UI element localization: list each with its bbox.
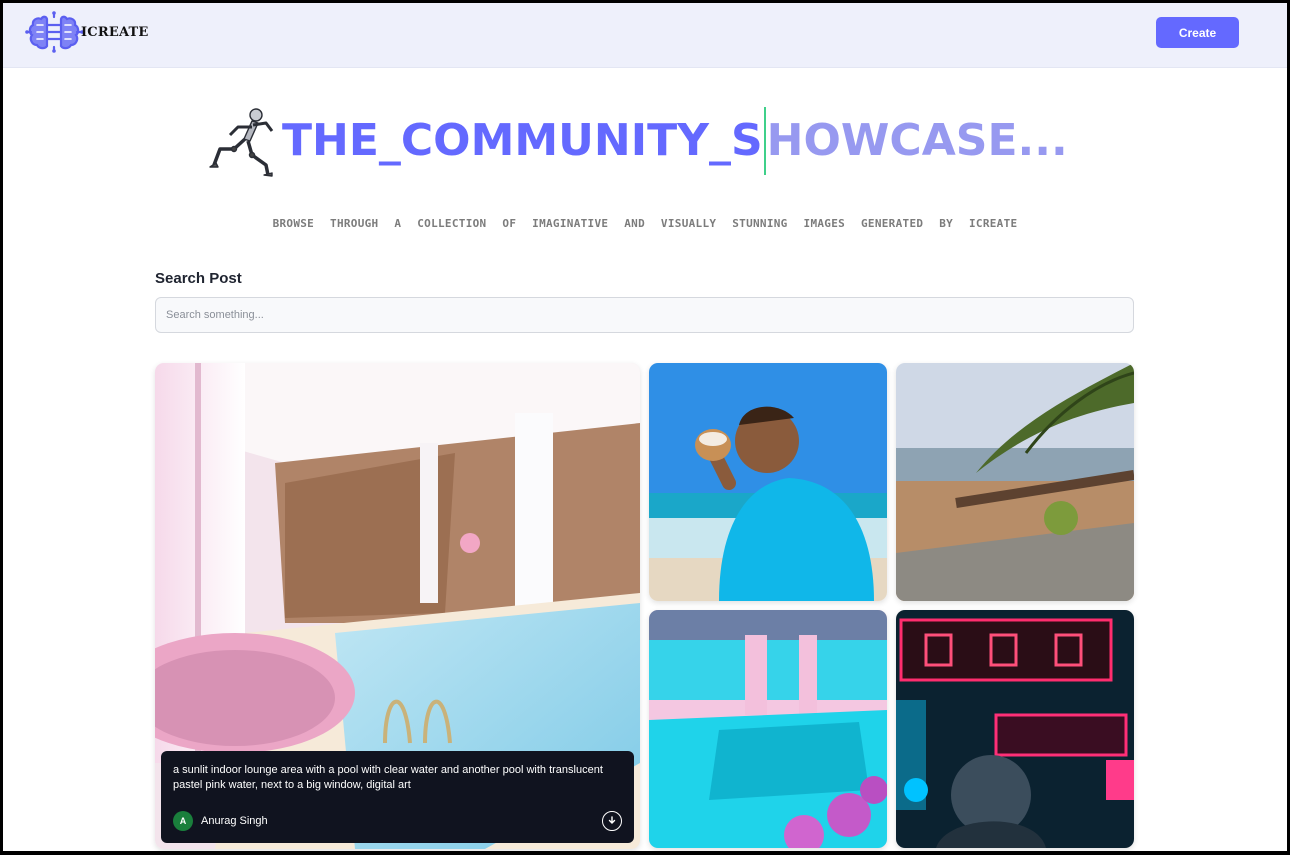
title-typed-text: THE_COMMUNITY_S (282, 115, 763, 166)
download-icon (608, 816, 616, 824)
coconut-beach-man-image (649, 363, 887, 601)
gallery-card-palm-beach[interactable] (896, 363, 1134, 601)
title-untyped-text: HOWCASE... (766, 115, 1068, 166)
author-name: Anurag Singh (201, 815, 268, 827)
brain-circuit-icon (25, 11, 83, 53)
page-subtitle: BROWSE THROUGH A COLLECTION OF IMAGINATI… (272, 217, 1018, 230)
card-prompt: a sunlit indoor lounge area with a pool … (173, 764, 603, 791)
download-button[interactable] (602, 811, 622, 831)
gallery-card-coconut-beach-man[interactable] (649, 363, 887, 601)
search-input[interactable] (155, 297, 1134, 333)
create-button[interactable]: Create (1156, 17, 1239, 48)
palm-beach-image (896, 363, 1134, 601)
pastel-pool-image (649, 610, 887, 848)
top-navbar: ICREATE Create (3, 3, 1287, 68)
logo-link[interactable]: ICREATE (25, 11, 149, 53)
hero-heading: THE_COMMUNITY_S HOWCASE... (208, 103, 1068, 179)
typing-cursor (763, 107, 766, 175)
gallery-card-pool-lounge[interactable]: a sunlit indoor lounge area with a pool … (155, 363, 640, 849)
search-label: Search Post (155, 270, 242, 287)
neon-city-image (896, 610, 1134, 848)
app-window: ICREATE Create THE_COMMUNITY_S HOWCASE..… (0, 0, 1290, 855)
card-author: A Anurag Singh (173, 811, 268, 831)
page-title: THE_COMMUNITY_S HOWCASE... (282, 107, 1068, 175)
running-robot-icon (209, 108, 274, 177)
gallery-card-neon-city[interactable] (896, 610, 1134, 848)
avatar: A (173, 811, 193, 831)
card-author-row: A Anurag Singh (173, 811, 622, 831)
logo-text: ICREATE (81, 25, 149, 40)
gallery-card-pastel-pool[interactable] (649, 610, 887, 848)
card-info-overlay: a sunlit indoor lounge area with a pool … (161, 751, 634, 843)
